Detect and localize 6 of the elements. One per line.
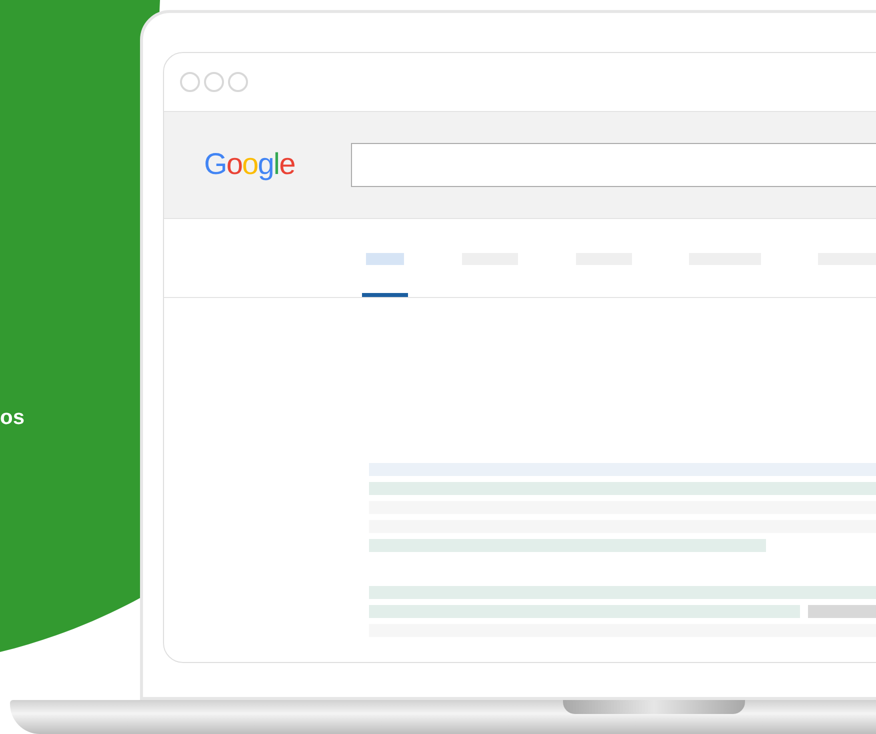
search-field[interactable]: [350, 143, 876, 187]
window-control-icon[interactable]: [180, 72, 200, 92]
window-control-icon[interactable]: [228, 72, 248, 92]
google-logo: Google: [204, 148, 296, 182]
side-text: os: [0, 406, 25, 430]
window-control-icon[interactable]: [204, 72, 224, 92]
